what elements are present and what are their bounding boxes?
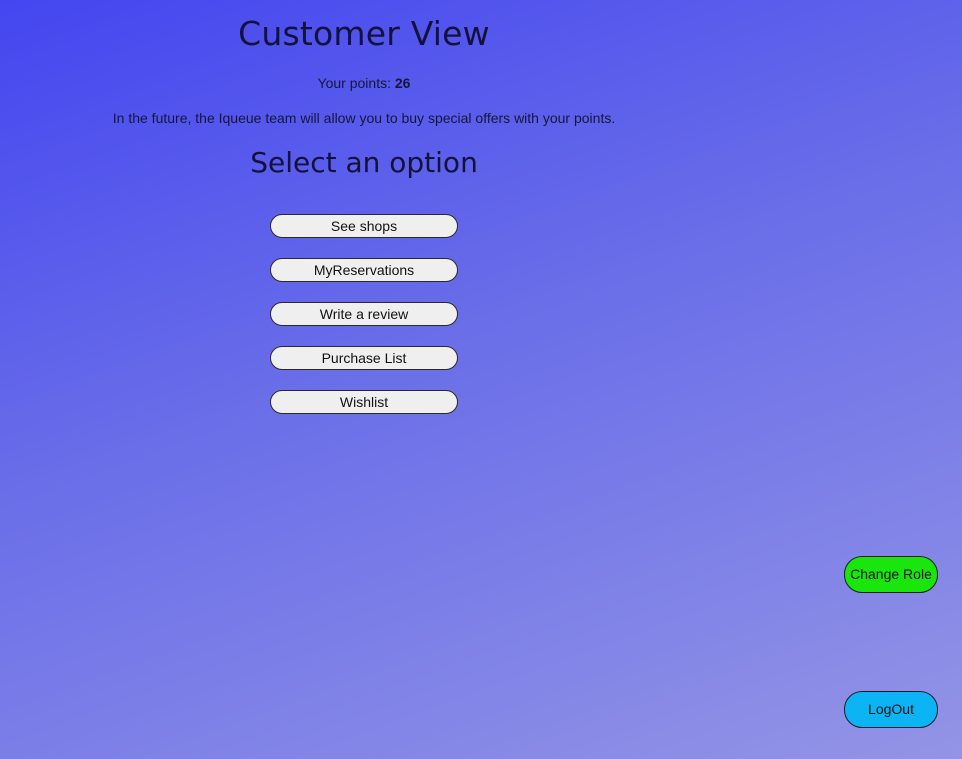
section-title: Select an option bbox=[250, 146, 478, 179]
points-display: Your points: 26 bbox=[0, 75, 728, 91]
options-menu: See shops MyReservations Write a review … bbox=[270, 214, 458, 434]
points-info-text: In the future, the Iqueue team will allo… bbox=[112, 110, 616, 126]
write-review-button[interactable]: Write a review bbox=[270, 302, 458, 326]
wishlist-button[interactable]: Wishlist bbox=[270, 390, 458, 414]
points-value: 26 bbox=[394, 75, 411, 91]
points-label: Your points: bbox=[317, 75, 391, 91]
page-title: Customer View bbox=[238, 14, 490, 53]
see-shops-button[interactable]: See shops bbox=[270, 214, 458, 238]
purchase-list-button[interactable]: Purchase List bbox=[270, 346, 458, 370]
my-reservations-button[interactable]: MyReservations bbox=[270, 258, 458, 282]
logout-button[interactable]: LogOut bbox=[844, 691, 938, 728]
change-role-button[interactable]: Change Role bbox=[844, 556, 938, 593]
